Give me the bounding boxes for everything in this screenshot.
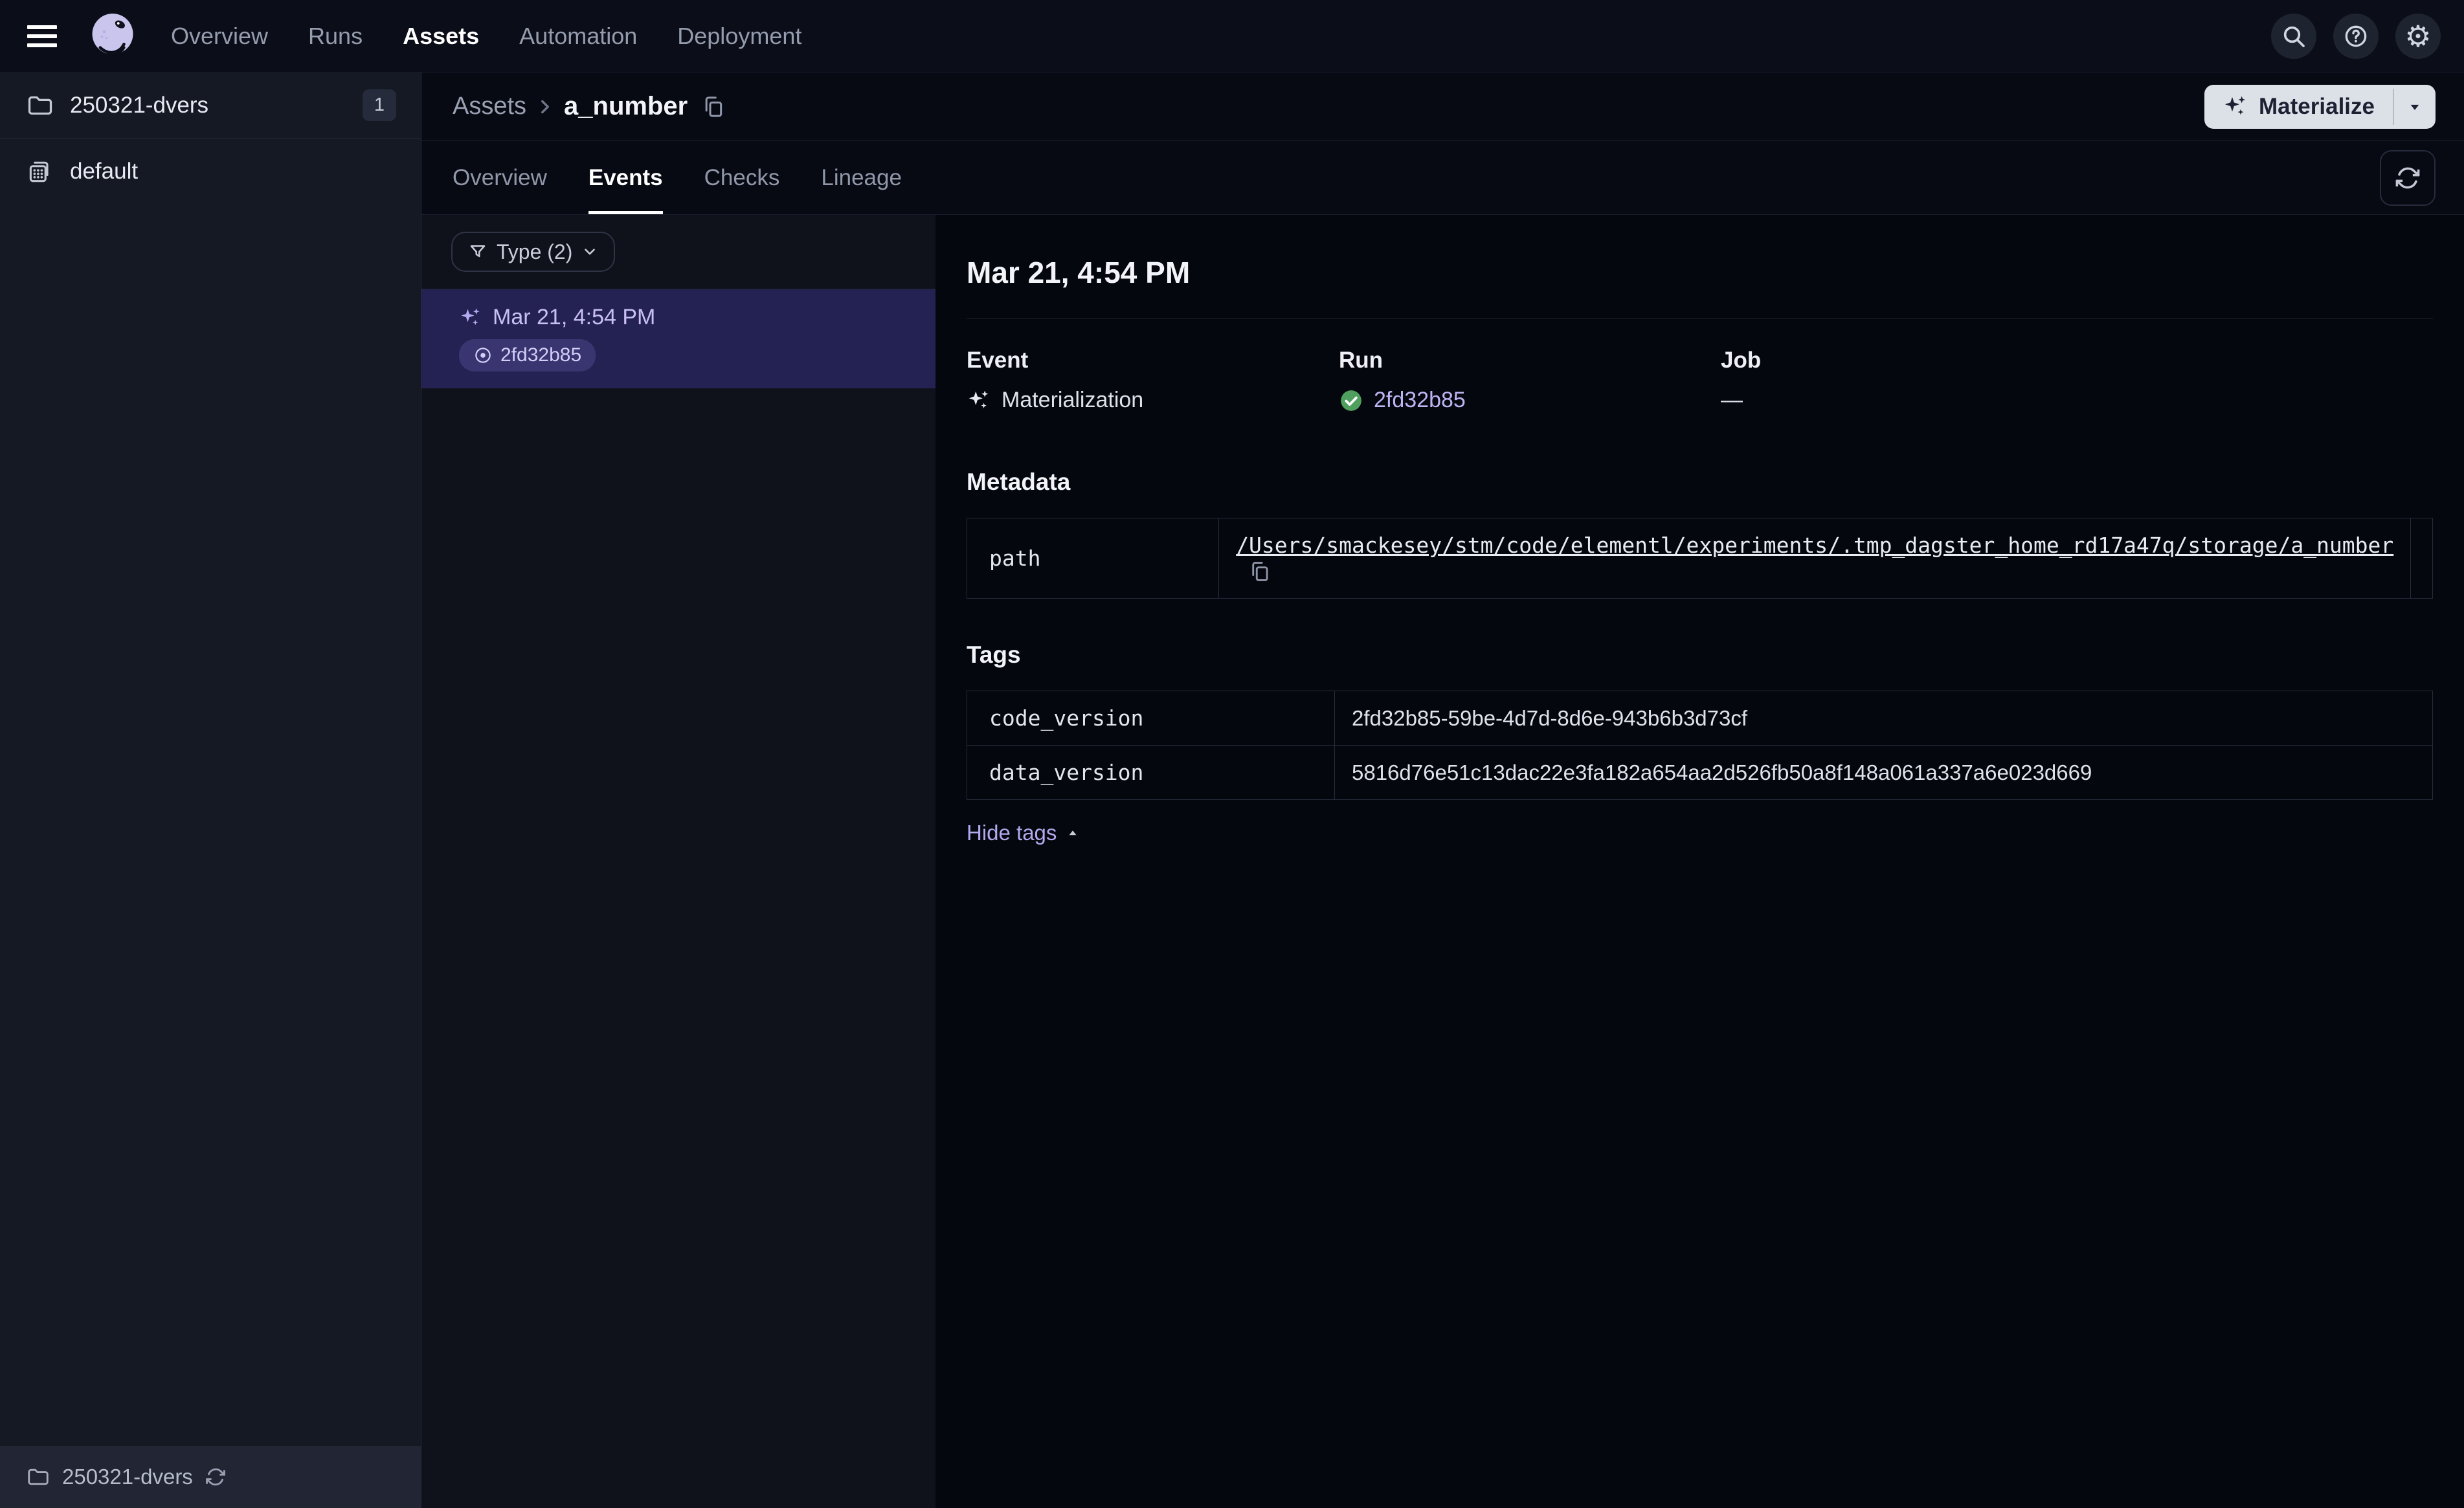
caret-down-icon	[2410, 104, 2419, 110]
metadata-key: path	[966, 517, 1220, 599]
settings-button[interactable]: ⚙	[2395, 13, 2441, 59]
nav-runs[interactable]: Runs	[308, 23, 363, 50]
materialization-sparkle-icon	[969, 390, 989, 408]
reload-location-icon[interactable]	[205, 1466, 227, 1488]
tag-key: code_version	[967, 691, 1335, 746]
job-value: —	[1721, 388, 1743, 412]
breadcrumb: Assets a_number Materialize	[421, 72, 2464, 141]
nav-overview[interactable]: Overview	[171, 23, 268, 50]
tag-key: data_version	[967, 745, 1335, 801]
help-button[interactable]	[2333, 13, 2379, 59]
event-detail-panel: Mar 21, 4:54 PM Event Materialization Ru…	[935, 215, 2464, 1508]
asset-count-badge: 1	[362, 89, 396, 121]
materialize-label: Materialize	[2259, 93, 2375, 119]
event-run-id: 2fd32b85	[500, 344, 582, 366]
type-filter-button[interactable]: Type (2)	[451, 232, 616, 272]
tags-table: code_version 2fd32b85-59be-4d7d-8d6e-943…	[967, 691, 2433, 801]
code-location-footer: 250321-dvers	[0, 1446, 421, 1508]
materialize-split-button[interactable]: Materialize	[2204, 84, 2436, 129]
folder-icon	[28, 1469, 49, 1485]
copy-asset-name-icon[interactable]	[700, 94, 726, 120]
table-row: code_version 2fd32b85-59be-4d7d-8d6e-943…	[967, 691, 2433, 746]
event-list-item-selected[interactable]: Mar 21, 4:54 PM 2fd32b85	[421, 289, 935, 388]
breadcrumb-assets-link[interactable]: Assets	[453, 93, 526, 120]
run-column-label: Run	[1339, 348, 1383, 373]
sidebar-location-label: default	[70, 159, 139, 184]
event-column-label: Event	[967, 348, 1029, 373]
metadata-heading: Metadata	[967, 469, 1071, 495]
job-column-label: Job	[1721, 348, 1762, 373]
search-button[interactable]	[2271, 13, 2316, 59]
primary-nav: Overview Runs Assets Automation Deployme…	[171, 23, 801, 50]
tag-value: 2fd32b85-59be-4d7d-8d6e-943b6b3d73cf	[1334, 691, 2433, 746]
table-gutter-cell	[2410, 517, 2433, 599]
filter-funnel-icon	[470, 245, 486, 258]
run-success-icon	[1341, 390, 1361, 411]
top-nav-actions: ⚙	[2271, 13, 2441, 59]
table-row: data_version 5816d76e51c13dac22e3fa182a6…	[967, 745, 2433, 801]
page-title: a_number	[564, 92, 688, 120]
materialize-dropdown-button[interactable]	[2394, 85, 2436, 129]
chevron-down-icon	[585, 249, 596, 255]
events-filter-bar: Type (2)	[421, 215, 935, 289]
tab-checks[interactable]: Checks	[704, 141, 780, 214]
tab-lineage[interactable]: Lineage	[821, 141, 902, 214]
asset-groups-sidebar: 250321-dvers 1 default 250321-dvers	[0, 72, 421, 1508]
asset-tabs: Overview Events Checks Lineage	[421, 141, 2464, 215]
tab-events[interactable]: Events	[588, 141, 663, 214]
sidebar-item-group[interactable]: 250321-dvers 1	[0, 72, 421, 139]
footer-location-label: 250321-dvers	[62, 1465, 193, 1489]
refresh-events-button[interactable]	[2380, 150, 2436, 206]
repo-location-icon	[29, 161, 49, 183]
tab-overview[interactable]: Overview	[453, 141, 547, 214]
events-list-panel: Type (2) Mar 21, 4:54 PM 2fd32b85	[421, 215, 935, 1508]
materialization-sparkle-icon	[461, 307, 480, 325]
chevron-right-icon	[541, 100, 549, 113]
run-id-link[interactable]: 2fd32b85	[1374, 388, 1466, 413]
folder-icon	[28, 96, 52, 115]
divider	[967, 318, 2433, 319]
event-type-value: Materialization	[1002, 388, 1144, 412]
help-icon	[2345, 25, 2367, 47]
dagster-app: Overview Runs Assets Automation Deployme…	[0, 0, 2464, 1508]
run-column: Run 2fd32b85	[1339, 348, 1721, 413]
tag-value: 5816d76e51c13dac22e3fa182a654aa2d526fb50…	[1334, 745, 2433, 801]
event-column: Event Materialization	[967, 348, 1339, 413]
sparkle-icon	[2224, 96, 2246, 115]
metadata-path-link[interactable]: /Users/smackesey/stm/code/elementl/exper…	[1236, 533, 2393, 558]
caret-up-icon	[1070, 830, 1077, 836]
event-run-chip[interactable]: 2fd32b85	[459, 339, 596, 371]
top-nav: Overview Runs Assets Automation Deployme…	[0, 0, 2464, 72]
sidebar-group-label: 250321-dvers	[70, 92, 209, 118]
event-summary-columns: Event Materialization Run 2fd32b85 Job —	[967, 348, 2433, 413]
event-timestamp: Mar 21, 4:54 PM	[493, 305, 656, 329]
run-status-icon	[475, 348, 491, 363]
hamburger-menu-icon[interactable]	[27, 25, 57, 47]
dagster-logo[interactable]	[85, 9, 140, 63]
event-detail-title: Mar 21, 4:54 PM	[967, 256, 1191, 289]
materialize-button[interactable]: Materialize	[2204, 85, 2393, 129]
nav-deployment[interactable]: Deployment	[677, 23, 801, 50]
metadata-table: path /Users/smackesey/stm/code/elementl/…	[966, 517, 2433, 599]
nav-assets[interactable]: Assets	[403, 23, 479, 50]
job-column: Job —	[1721, 348, 2433, 413]
sidebar-item-location[interactable]: default	[0, 139, 421, 205]
nav-automation[interactable]: Automation	[519, 23, 637, 50]
refresh-icon	[2395, 167, 2420, 188]
search-icon	[2283, 26, 2305, 47]
table-row: path /Users/smackesey/stm/code/elementl/…	[966, 517, 2433, 599]
type-filter-label: Type (2)	[497, 239, 573, 263]
gear-icon: ⚙	[2404, 19, 2432, 53]
hide-tags-link[interactable]: Hide tags	[967, 821, 1081, 845]
tags-heading: Tags	[967, 641, 1021, 669]
copy-path-icon[interactable]	[1248, 559, 1272, 584]
